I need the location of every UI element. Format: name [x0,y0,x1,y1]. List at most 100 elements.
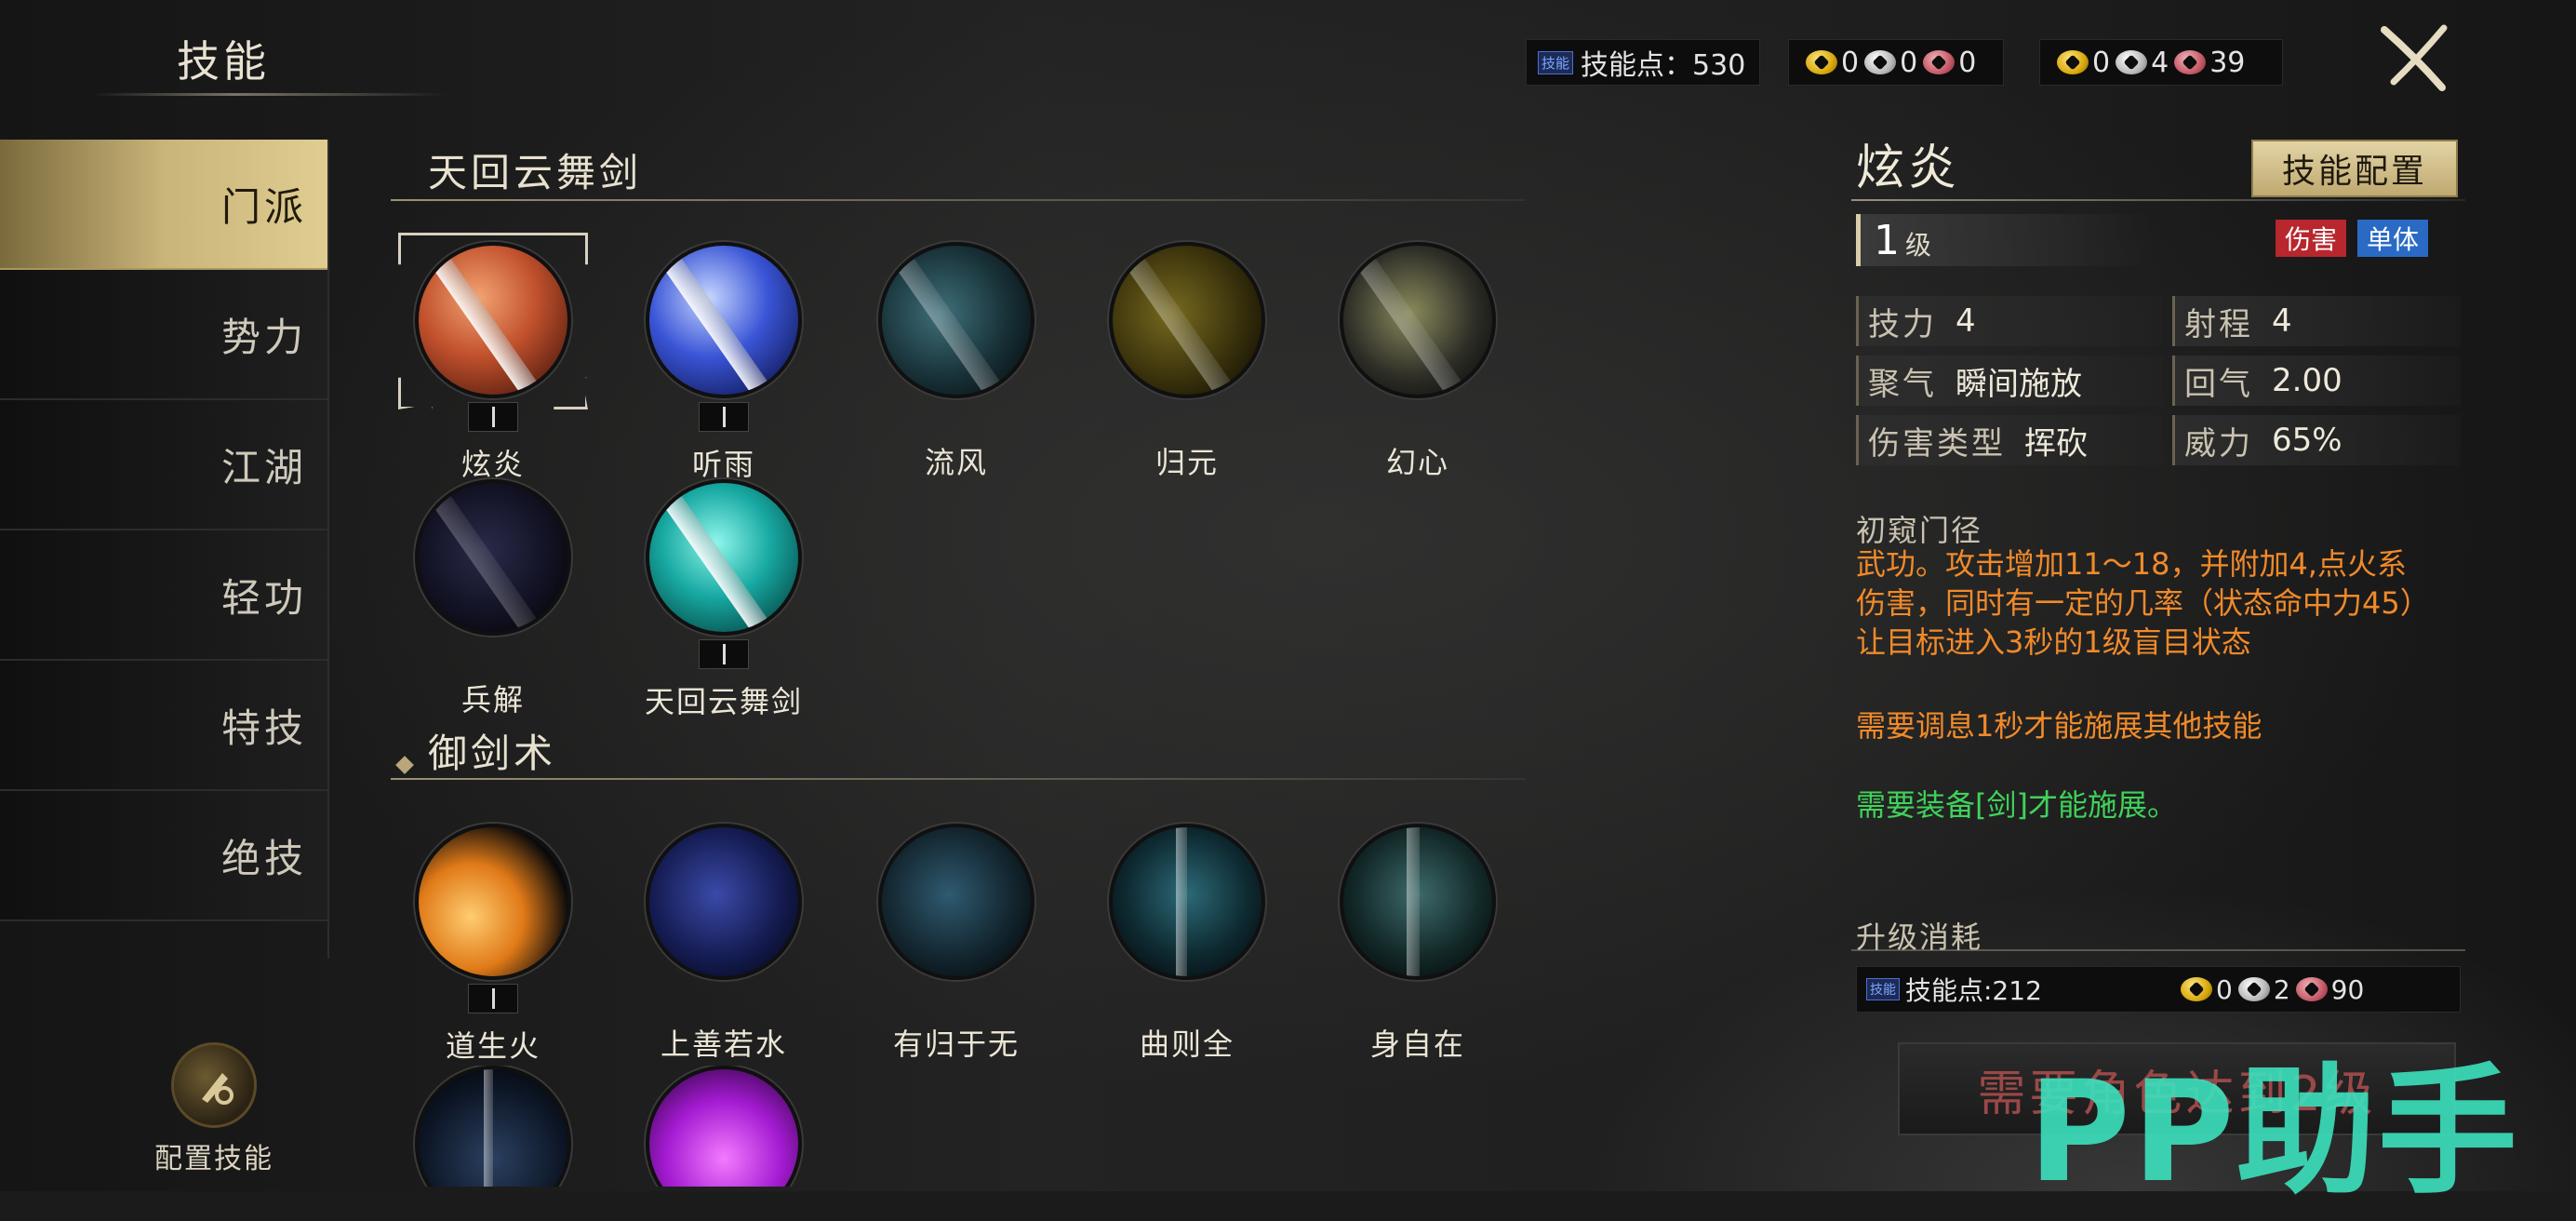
rain-sword-icon [646,242,802,398]
skill-points-tag: 技能 [1538,50,1574,74]
section-title-1: 天回云舞剑 [428,150,643,195]
fire-sword-icon [415,242,571,398]
skill-points-label: 技能点：530 [1581,49,1746,82]
skill-name: 有归于无 [892,1026,1020,1062]
level-number: 1 [1874,216,1900,264]
detail-divider [1851,199,2465,201]
skill-detail-title: 炫炎 [1856,141,1961,196]
skill-name: 炫炎 [460,447,525,482]
gold-coin-icon [2181,977,2212,1001]
skill-requirement-note: 需要装备[剑]才能施展。 [1856,787,2177,823]
skill-name: 身自在 [1369,1026,1465,1062]
upgrade-silver: 2 [2273,973,2290,1005]
stat-charge: 聚气 瞬间施放 [1856,356,2163,406]
watermark: PP助手 [2028,1052,2519,1214]
skill-name: 天回云舞剑 [644,684,803,719]
skill-slot[interactable]: 幻心 [1325,242,1511,482]
bound-silver-coin-icon [2116,50,2148,74]
upgrade-copper: 90 [2330,973,2365,1005]
skill-level-indicator [699,402,749,432]
skill-name: 曲则全 [1139,1026,1235,1062]
title-underline [93,93,447,96]
skill-slot[interactable]: 道生火 [400,824,586,1066]
skill-slot[interactable]: 天回云舞剑 [631,479,817,721]
nav-item-jianghu[interactable]: 江湖 [0,400,327,530]
stat-skill-power: 技力 4 [1856,296,2163,346]
skill-slot[interactable]: 炫炎 [398,233,588,484]
nav-item-sect[interactable]: 门派 [0,140,327,270]
copper-coin-icon [1923,50,1955,74]
upgrade-cost-bar: 技能 技能点:212 0 2 90 [1856,966,2461,1013]
skill-cooldown-note: 需要调息1秒才能施展其他技能 [1856,708,2262,744]
silver-coin-icon [2237,977,2270,1001]
skill-name: 兵解 [460,682,525,718]
currency-display-1: 0 0 0 [1788,39,2004,86]
skill-slot[interactable]: 流风 [863,242,1049,482]
skill-level-indicator [468,984,518,1013]
page-title: 技能 [177,36,270,87]
stat-damage-type: 伤害类型 挥砍 [1856,415,2163,465]
weapon-release-icon [415,479,571,636]
bound-gold-count: 0 [2092,46,2111,79]
currency-display-2: 0 4 39 [2039,39,2283,86]
skill-slot[interactable]: 归元 [1094,242,1280,482]
damage-badge: 伤害 [2276,220,2347,257]
category-nav: 门派 势力 江湖 轻功 特技 绝技 [0,140,327,921]
dao-fire-icon [415,824,571,980]
skill-slot-partial[interactable] [631,1066,817,1187]
skill-name: 上善若水 [660,1026,787,1062]
skill-name: 归元 [1155,445,1219,480]
skill-slot[interactable]: 有归于无 [863,824,1049,1064]
nav-item-special[interactable]: 特技 [0,661,327,791]
water-icon [646,824,802,980]
skill-name: 流风 [924,445,988,480]
bound-copper-coin-icon [2174,50,2207,74]
nav-item-lightness[interactable]: 轻功 [0,530,327,661]
skill-icon [646,1066,802,1187]
config-skill-icon [171,1042,257,1128]
nav-item-ultimate[interactable]: 绝技 [0,791,327,921]
close-icon [2381,24,2448,91]
cloud-dance-sword-icon [646,479,802,636]
skill-slot[interactable]: 曲则全 [1094,824,1280,1064]
skill-slot[interactable]: 兵解 [400,479,586,719]
bound-copper-count: 39 [2209,46,2246,79]
return-sword-icon [1109,242,1265,398]
skill-slot[interactable]: 听雨 [631,242,817,484]
skill-level-indicator [699,639,749,669]
bound-gold-coin-icon [2057,50,2089,74]
level-unit: 级 [1905,230,1932,261]
wind-sword-icon [878,242,1034,398]
gold-count: 0 [1841,46,1860,79]
skill-name: 听雨 [691,447,755,482]
skill-config-button[interactable]: 技能配置 [2251,140,2458,197]
upgrade-divider [1851,949,2465,951]
skill-slot-partial[interactable] [400,1066,586,1187]
skill-points-display: 技能 技能点：530 [1526,39,1760,86]
gold-coin-icon [1806,50,1837,74]
skill-slot[interactable]: 身自在 [1325,824,1511,1064]
stat-power: 威力 65% [2172,415,2461,465]
void-icon [878,824,1034,980]
skill-level: 1 级 [1856,214,2154,266]
skill-name: 道生火 [445,1028,541,1064]
skill-description: 武功。攻击增加11～18，并附加4,点火系伤害，同时有一定的几率（状态命中力45… [1856,546,2430,660]
skill-level-indicator [468,402,518,432]
upgrade-points-tag: 技能 [1866,978,1900,1000]
config-skill-button[interactable]: 配置技能 [140,1042,288,1176]
silver-coin-icon [1864,50,1897,74]
nav-item-faction[interactable]: 势力 [0,270,327,400]
skill-slot[interactable]: 上善若水 [631,824,817,1064]
nav-divider [327,140,329,959]
curve-icon [1109,824,1265,980]
close-button[interactable] [2377,20,2451,95]
config-skill-label: 配置技能 [154,1143,274,1175]
stat-range: 射程 4 [2172,296,2461,346]
single-target-badge: 单体 [2357,220,2429,257]
section-title-2: 御剑术 [428,731,557,776]
upgrade-points: 技能点:212 [1905,975,2042,1006]
bound-silver-count: 4 [2151,46,2169,79]
skill-name: 幻心 [1385,445,1449,480]
free-body-icon [1340,824,1496,980]
illusion-heart-icon [1340,242,1496,398]
